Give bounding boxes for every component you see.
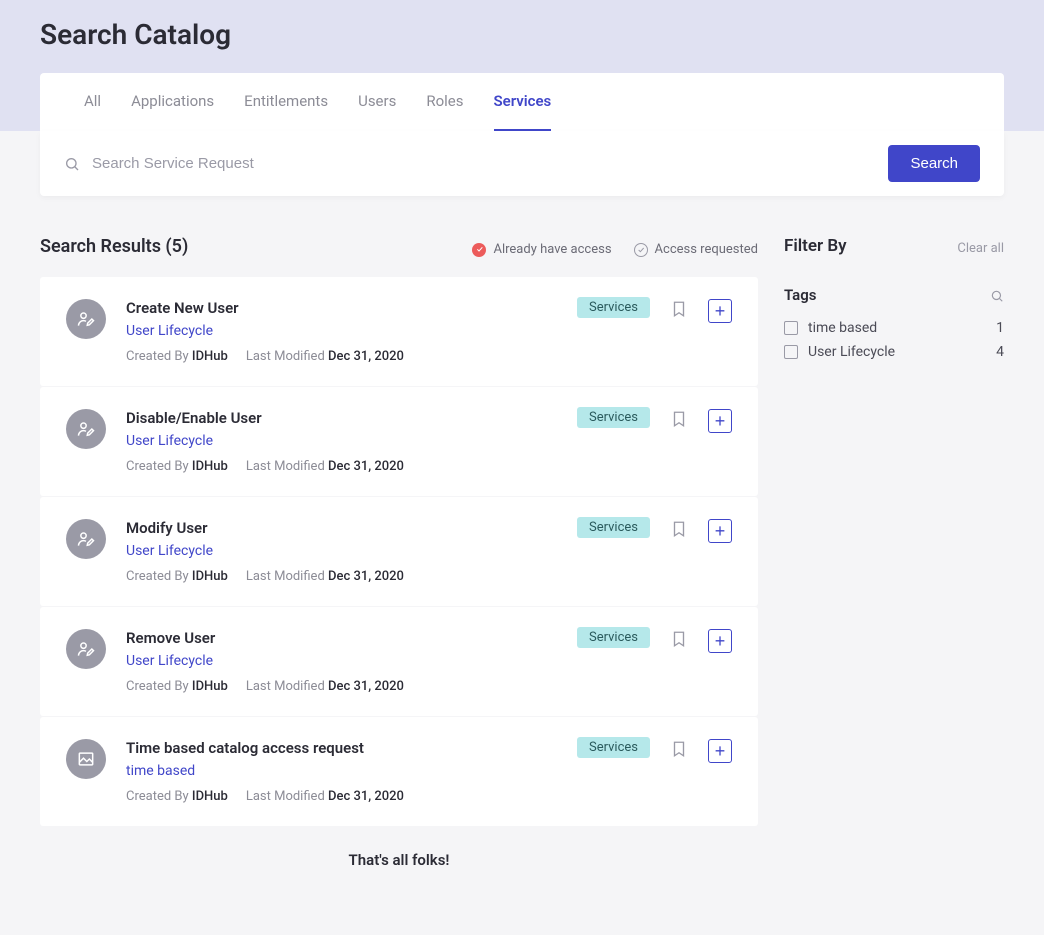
filter-search-icon[interactable] [990, 288, 1004, 302]
legend-label: Already have access [493, 242, 611, 257]
result-card: Time based catalog access request time ba… [40, 717, 758, 826]
services-badge: Services [577, 517, 650, 538]
search-input[interactable] [80, 147, 888, 180]
legend-access-requested: Access requested [634, 242, 758, 257]
result-title: Disable/Enable User [126, 409, 557, 427]
legend-label: Access requested [655, 242, 758, 257]
results-legend: Already have access Access requested [472, 242, 758, 257]
tab-users[interactable]: Users [358, 73, 396, 131]
result-card: Remove User User Lifecycle Created By IDHu… [40, 607, 758, 716]
filter-checkbox-row[interactable]: time based 1 [784, 316, 1004, 340]
result-meta: Created By IDHubLast Modified Dec 31, 20… [126, 789, 557, 804]
filter-title: Filter By [784, 236, 847, 256]
bookmark-icon[interactable] [668, 629, 690, 651]
user-edit-icon [66, 299, 106, 339]
user-edit-icon [66, 519, 106, 559]
search-button[interactable]: Search [888, 145, 980, 182]
checkbox-icon [784, 345, 798, 359]
filter-checkbox-row[interactable]: User Lifecycle 4 [784, 340, 1004, 364]
tab-roles[interactable]: Roles [426, 73, 463, 131]
check-circle-icon [634, 243, 648, 257]
add-button[interactable]: + [708, 629, 732, 653]
user-edit-icon [66, 629, 106, 669]
add-button[interactable]: + [708, 519, 732, 543]
result-title: Remove User [126, 629, 557, 647]
result-tag-link[interactable]: time based [126, 763, 557, 779]
checkbox-icon [784, 321, 798, 335]
tab-applications[interactable]: Applications [131, 73, 214, 131]
result-title: Create New User [126, 299, 557, 317]
bookmark-icon[interactable] [668, 299, 690, 321]
compass-icon [472, 243, 486, 257]
services-badge: Services [577, 737, 650, 758]
result-tag-link[interactable]: User Lifecycle [126, 323, 557, 339]
filter-tags-heading: Tags [784, 286, 817, 304]
tabs: All Applications Entitlements Users Roles Ser… [40, 73, 1004, 131]
result-meta: Created By IDHubLast Modified Dec 31, 20… [126, 349, 557, 364]
services-badge: Services [577, 297, 650, 318]
result-card: Create New User User Lifecycle Created By … [40, 277, 758, 386]
result-card: Disable/Enable User User Lifecycle Created… [40, 387, 758, 496]
add-button[interactable]: + [708, 299, 732, 323]
result-tag-link[interactable]: User Lifecycle [126, 433, 557, 449]
end-of-results: That's all folks! [40, 827, 758, 875]
legend-already-have-access: Already have access [472, 242, 611, 257]
clear-filters-button[interactable]: Clear all [957, 241, 1004, 256]
tab-all[interactable]: All [84, 73, 101, 131]
results-title: Search Results (5) [40, 236, 188, 257]
result-meta: Created By IDHubLast Modified Dec 31, 20… [126, 459, 557, 474]
result-title: Modify User [126, 519, 557, 537]
result-tag-link[interactable]: User Lifecycle [126, 653, 557, 669]
result-tag-link[interactable]: User Lifecycle [126, 543, 557, 559]
bookmark-icon[interactable] [668, 739, 690, 761]
filter-tag-count: 4 [996, 344, 1004, 360]
search-bar: Search [40, 131, 1004, 196]
image-icon [66, 739, 106, 779]
add-button[interactable]: + [708, 739, 732, 763]
result-meta: Created By IDHubLast Modified Dec 31, 20… [126, 679, 557, 694]
tab-entitlements[interactable]: Entitlements [244, 73, 328, 131]
tab-services[interactable]: Services [494, 73, 552, 131]
result-card: Modify User User Lifecycle Created By IDHu… [40, 497, 758, 606]
bookmark-icon[interactable] [668, 519, 690, 541]
services-badge: Services [577, 407, 650, 428]
page-title: Search Catalog [40, 18, 1004, 73]
filter-tag-label: User Lifecycle [808, 344, 895, 360]
result-title: Time based catalog access request [126, 739, 557, 757]
filter-tag-count: 1 [996, 320, 1004, 336]
add-button[interactable]: + [708, 409, 732, 433]
bookmark-icon[interactable] [668, 409, 690, 431]
search-icon [64, 156, 80, 172]
filter-tag-label: time based [808, 320, 877, 336]
result-meta: Created By IDHubLast Modified Dec 31, 20… [126, 569, 557, 584]
services-badge: Services [577, 627, 650, 648]
user-edit-icon [66, 409, 106, 449]
